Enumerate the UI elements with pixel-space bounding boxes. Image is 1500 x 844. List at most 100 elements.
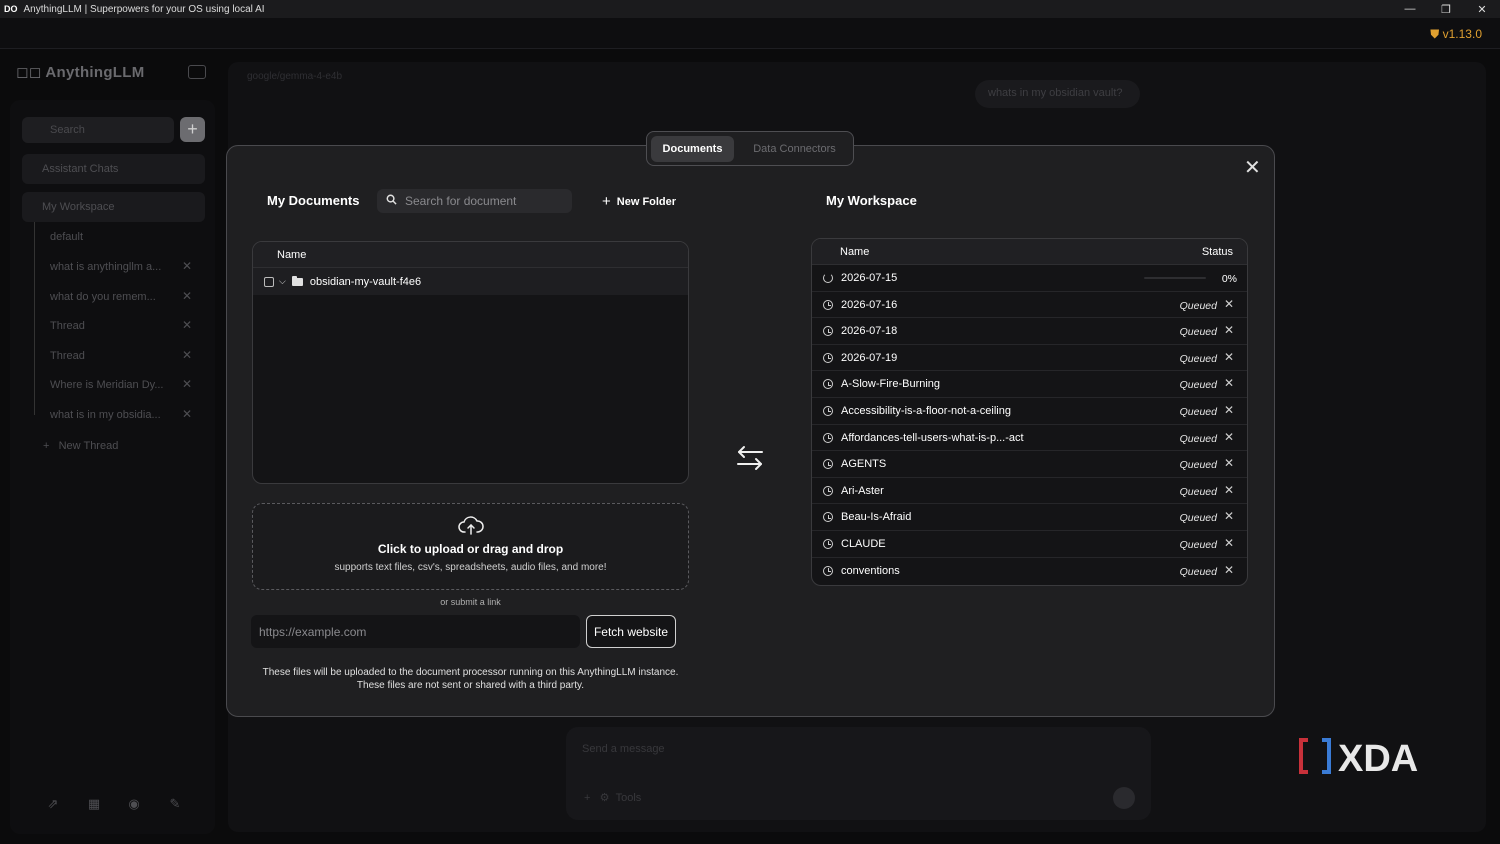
remove-document-icon[interactable]: ✕ [1224,430,1234,444]
attach-icon: + ⚙ [584,792,616,804]
url-input[interactable] [251,615,580,648]
workspace-row: 2026-07-16 Queued ✕ [812,292,1247,319]
modal-close-icon[interactable]: ✕ [1244,155,1261,180]
thread-item[interactable]: Thread ✕ [50,348,200,362]
remove-document-icon[interactable]: ✕ [1224,350,1234,364]
send-button[interactable] [1113,787,1135,809]
version-label: v1.13.0 [1442,27,1482,41]
workspace-row: Ari-Aster Queued ✕ [812,478,1247,505]
sidebar-item-my-workspace[interactable]: My Workspace [22,192,205,222]
document-search-input[interactable] [377,189,572,213]
maximize-button[interactable]: ❐ [1428,3,1464,16]
community-icon[interactable]: ⇗ [44,796,62,812]
clock-icon [823,299,833,310]
tab-data-connectors[interactable]: Data Connectors [742,136,847,162]
upload-dropzone[interactable]: Click to upload or drag and drop support… [252,503,689,590]
fetch-website-button[interactable]: Fetch website [586,615,676,648]
workspace-doc-name: Beau-Is-Afraid [841,511,912,524]
thread-item[interactable]: Where is Meridian Dy... ✕ [50,377,200,391]
new-thread-button[interactable]: + New Thread [43,440,193,452]
workspace-row: conventions Queued ✕ [812,558,1247,585]
brand-name: AnythingLLM [45,64,145,81]
title-bar: DO AnythingLLM | Superpowers for your OS… [0,0,1500,18]
delete-thread-icon[interactable]: ✕ [182,407,192,421]
status-queued: Queued [1179,459,1217,472]
clock-icon [823,405,833,416]
workspace-row: Affordances-tell-users-what-is-p...-act Q… [812,425,1247,452]
disclaimer-line-1: These files will be uploaded to the docu… [262,667,679,678]
message-composer[interactable]: Send a message + ⚙ Tools [566,727,1151,820]
thread-label: what is anythingllm a... [50,261,162,273]
new-workspace-button[interactable]: + [180,117,205,142]
remove-document-icon[interactable]: ✕ [1224,297,1234,311]
remove-document-icon[interactable]: ✕ [1224,323,1234,337]
workspace-row: A-Slow-Fire-Burning Queued ✕ [812,371,1247,398]
thread-item[interactable]: what do you remem... ✕ [50,289,200,303]
app-logo-icon: DO [4,4,18,14]
delete-thread-icon[interactable]: ✕ [182,348,192,362]
disclaimer-line-2: These files are not sent or shared with … [356,679,585,691]
tab-documents[interactable]: Documents [651,136,734,162]
workspace-row: AGENTS Queued ✕ [812,451,1247,478]
status-queued: Queued [1179,538,1217,551]
sidebar-search-input[interactable]: Search [22,117,174,143]
sidebar-item-assistant-chats[interactable]: Assistant Chats [22,154,205,184]
status-queued: Queued [1179,405,1217,418]
thread-item[interactable]: what is in my obsidia... ✕ [50,407,200,421]
clock-icon [823,485,833,496]
folder-checkbox[interactable] [264,276,274,287]
workspace-row: 2026-07-15 0% [812,265,1247,292]
thread-item[interactable]: what is anythingllm a... ✕ [50,259,200,273]
embed-progress-bar [1144,277,1206,279]
tools-button[interactable]: + ⚙ Tools [584,791,641,804]
new-folder-button[interactable]: + New Folder [602,193,676,210]
plus-icon: + [43,440,53,452]
folder-name: obsidian-my-vault-f4e6 [309,275,422,288]
thread-label: Thread [50,320,85,332]
xda-watermark: XDA [1298,736,1440,780]
clock-icon [823,352,833,363]
delete-thread-icon[interactable]: ✕ [182,289,192,303]
docs-icon[interactable]: ▦ [85,796,103,812]
plus-icon: + [602,193,611,210]
workspace-doc-name: 2026-07-15 [841,272,898,284]
thread-item[interactable]: default [50,231,200,243]
remove-document-icon[interactable]: ✕ [1224,563,1234,577]
delete-thread-icon[interactable]: ✕ [182,259,192,273]
composer-placeholder: Send a message [582,743,665,755]
discord-icon[interactable]: ◉ [125,796,143,812]
thread-label: what do you remem... [50,291,156,303]
clock-icon [823,538,833,549]
documents-column-name: Name [253,242,688,268]
workspace-row: 2026-07-18 Queued ✕ [812,318,1247,345]
cloud-upload-icon [253,516,688,538]
remove-document-icon[interactable]: ✕ [1224,456,1234,470]
status-queued: Queued [1179,299,1217,312]
delete-thread-icon[interactable]: ✕ [182,318,192,332]
swap-arrows-icon [734,443,766,473]
model-label: google/gemma-4-e4b [247,71,343,82]
sidebar-toggle-icon[interactable] [188,65,206,79]
upload-disclaimer: These files will be uploaded to the docu… [252,667,689,692]
remove-document-icon[interactable]: ✕ [1224,483,1234,497]
minimize-button[interactable]: — [1392,3,1428,16]
spinner-icon [823,273,833,283]
brand-mark-icon: ◻◻ [16,64,46,81]
workspace-doc-name: CLAUDE [841,537,886,550]
chevron-down-icon[interactable]: ⌵ [279,276,286,287]
settings-wrench-icon[interactable]: ✎ [166,796,184,812]
user-message-bubble: whats in my obsidian vault? [975,80,1140,108]
clock-icon [823,459,833,470]
workspace-column-name: Name [840,246,870,258]
remove-document-icon[interactable]: ✕ [1224,376,1234,390]
remove-document-icon[interactable]: ✕ [1224,536,1234,550]
new-thread-label: New Thread [58,440,119,452]
remove-document-icon[interactable]: ✕ [1224,403,1234,417]
version-badge[interactable]: ⛊ v1.13.0 [1430,27,1482,42]
thread-item[interactable]: Thread ✕ [50,318,200,332]
window-close-button[interactable]: ✕ [1464,3,1500,16]
remove-document-icon[interactable]: ✕ [1224,509,1234,523]
folder-row[interactable]: ⌵ obsidian-my-vault-f4e6 [253,268,688,295]
delete-thread-icon[interactable]: ✕ [182,377,192,391]
workspace-doc-name: 2026-07-18 [841,325,898,338]
